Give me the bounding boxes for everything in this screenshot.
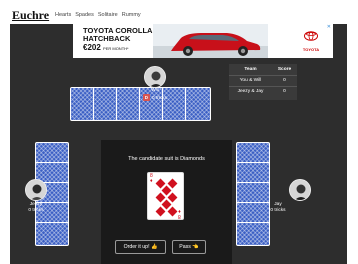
- team-name: You & Will: [229, 74, 273, 86]
- nav-link-rummy[interactable]: Rummy: [122, 12, 141, 18]
- player-tricks: 0 tricks: [28, 207, 44, 213]
- person-icon: [290, 180, 310, 200]
- ad-close-icon[interactable]: ✕: [327, 24, 331, 30]
- diamond-pip: [167, 178, 178, 189]
- card-corner-bottom: 8 ♦: [178, 208, 181, 219]
- table-row: Jeezy & Jay 0: [229, 85, 297, 97]
- ad-logo-text: TOYOTA: [302, 47, 320, 52]
- avatar: [144, 66, 166, 88]
- ad-price: €202 PER MONTH*: [83, 42, 129, 52]
- scoreboard: Team Score You & Will 0 Jeezy & Jay 0: [229, 64, 297, 100]
- game-table: TOYOTA COROLLA HATCHBACK €202 PER MONTH*…: [10, 24, 347, 264]
- top-nav: Euchre Hearts Spades Solitaire Rummy: [0, 0, 358, 24]
- player-label-left: Jeezy 0 tricks: [18, 202, 54, 214]
- card-back: [236, 222, 270, 246]
- nav-link-spades[interactable]: Spades: [75, 12, 94, 18]
- card-back: [185, 87, 211, 121]
- toyota-logo-icon: [304, 31, 318, 41]
- candidate-suit-message: The candidate suit is Diamonds: [128, 156, 205, 162]
- diamond-pip: [167, 206, 178, 217]
- team-name: Jeezy & Jay: [229, 85, 273, 97]
- avatar: [289, 179, 311, 201]
- team-score: 0: [272, 85, 297, 97]
- table-row: You & Will 0: [229, 74, 297, 86]
- score-header-team: Team: [244, 66, 257, 72]
- avatar: [25, 179, 47, 201]
- nav-link-solitaire[interactable]: Solitaire: [98, 12, 118, 18]
- ad-text: TOYOTA COROLLA HATCHBACK €202 PER MONTH*: [83, 27, 152, 52]
- player-label-top: Will D0 tricks: [134, 88, 176, 102]
- card-back: [35, 222, 69, 246]
- player-label-right: Jay 0 tricks: [260, 202, 296, 214]
- pass-button[interactable]: Pass 👈: [172, 240, 206, 254]
- brand-logo[interactable]: Euchre: [12, 8, 49, 23]
- bidding-panel: The candidate suit is Diamonds 8 ♦ 8 ♦ Ord…: [101, 140, 232, 264]
- diamond-pip: [155, 206, 166, 217]
- team-score: 0: [272, 74, 297, 86]
- ad-brand-logo: TOYOTA: [295, 28, 327, 56]
- diamond-pip: [167, 192, 178, 203]
- player-tricks: D0 tricks: [142, 93, 168, 101]
- card-corner-top: 8 ♦: [150, 173, 153, 184]
- nav-link-hearts[interactable]: Hearts: [55, 12, 71, 18]
- person-icon: [145, 67, 165, 87]
- ad-headline-2: HATCHBACK: [83, 33, 131, 43]
- candidate-card: 8 ♦ 8 ♦: [147, 172, 184, 220]
- order-it-up-button[interactable]: Order it up! 👍: [115, 240, 166, 254]
- nav-links: Hearts Spades Solitaire Rummy: [55, 12, 141, 18]
- ad-car-image: [153, 24, 268, 58]
- player-tricks: 0 tricks: [270, 207, 286, 213]
- dealer-badge: D: [142, 93, 150, 101]
- score-header-score: Score: [277, 66, 292, 72]
- ad-banner[interactable]: TOYOTA COROLLA HATCHBACK €202 PER MONTH*…: [73, 24, 333, 58]
